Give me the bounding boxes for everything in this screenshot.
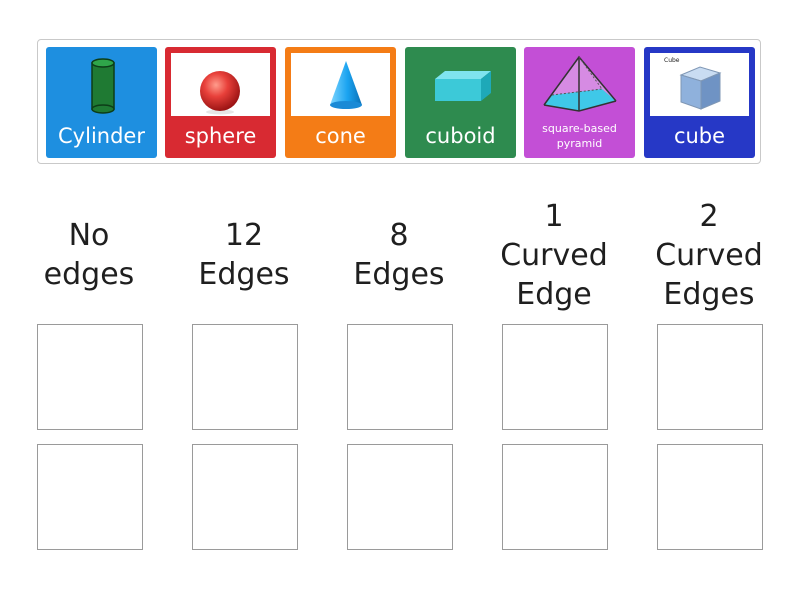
pyramid-icon [530, 53, 629, 116]
card-label: cone [315, 124, 366, 148]
cuboid-icon [411, 53, 510, 116]
card-label: sphere [184, 124, 257, 148]
column-title-2-curved-edges: 2 Curved Edges [655, 199, 763, 312]
sphere-icon [171, 53, 270, 116]
column-title-no-edges: No edges [43, 218, 135, 292]
column-title-8-edges: 8 Edges [353, 218, 445, 292]
cylinder-icon [52, 53, 151, 116]
card-label: cuboid [425, 124, 496, 148]
group-sort-activity: Cylinder sphere cone cuboid square-based… [0, 0, 800, 600]
card-cylinder[interactable]: Cylinder [46, 47, 157, 158]
drop-slot-1-curved-edge-1[interactable] [502, 324, 608, 430]
cube-icon: Cube [650, 53, 749, 116]
drop-slot-2-curved-edges-2[interactable] [657, 444, 763, 550]
cube-image-caption: Cube [664, 57, 680, 64]
card-label: Cylinder [58, 124, 145, 148]
drop-slot-12-edges-2[interactable] [192, 444, 298, 550]
card-sphere[interactable]: sphere [165, 47, 276, 158]
drop-slot-1-curved-edge-2[interactable] [502, 444, 608, 550]
column-title-1-curved-edge: 1 Curved Edge [500, 199, 608, 312]
card-label: square-based pyramid [542, 122, 617, 150]
card-cone[interactable]: cone [285, 47, 396, 158]
drop-slot-8-edges-2[interactable] [347, 444, 453, 550]
drop-slot-8-edges-1[interactable] [347, 324, 453, 430]
column-title-12-edges: 12 Edges [198, 218, 290, 292]
drop-slot-2-curved-edges-1[interactable] [657, 324, 763, 430]
card-cube[interactable]: Cube cube [644, 47, 755, 158]
drop-slot-12-edges-1[interactable] [192, 324, 298, 430]
card-label: cube [673, 124, 726, 148]
cone-icon [291, 53, 390, 116]
card-square-based-pyramid[interactable]: square-based pyramid [524, 47, 635, 158]
card-cuboid[interactable]: cuboid [405, 47, 516, 158]
drop-slot-no-edges-1[interactable] [37, 324, 143, 430]
drop-slot-no-edges-2[interactable] [37, 444, 143, 550]
